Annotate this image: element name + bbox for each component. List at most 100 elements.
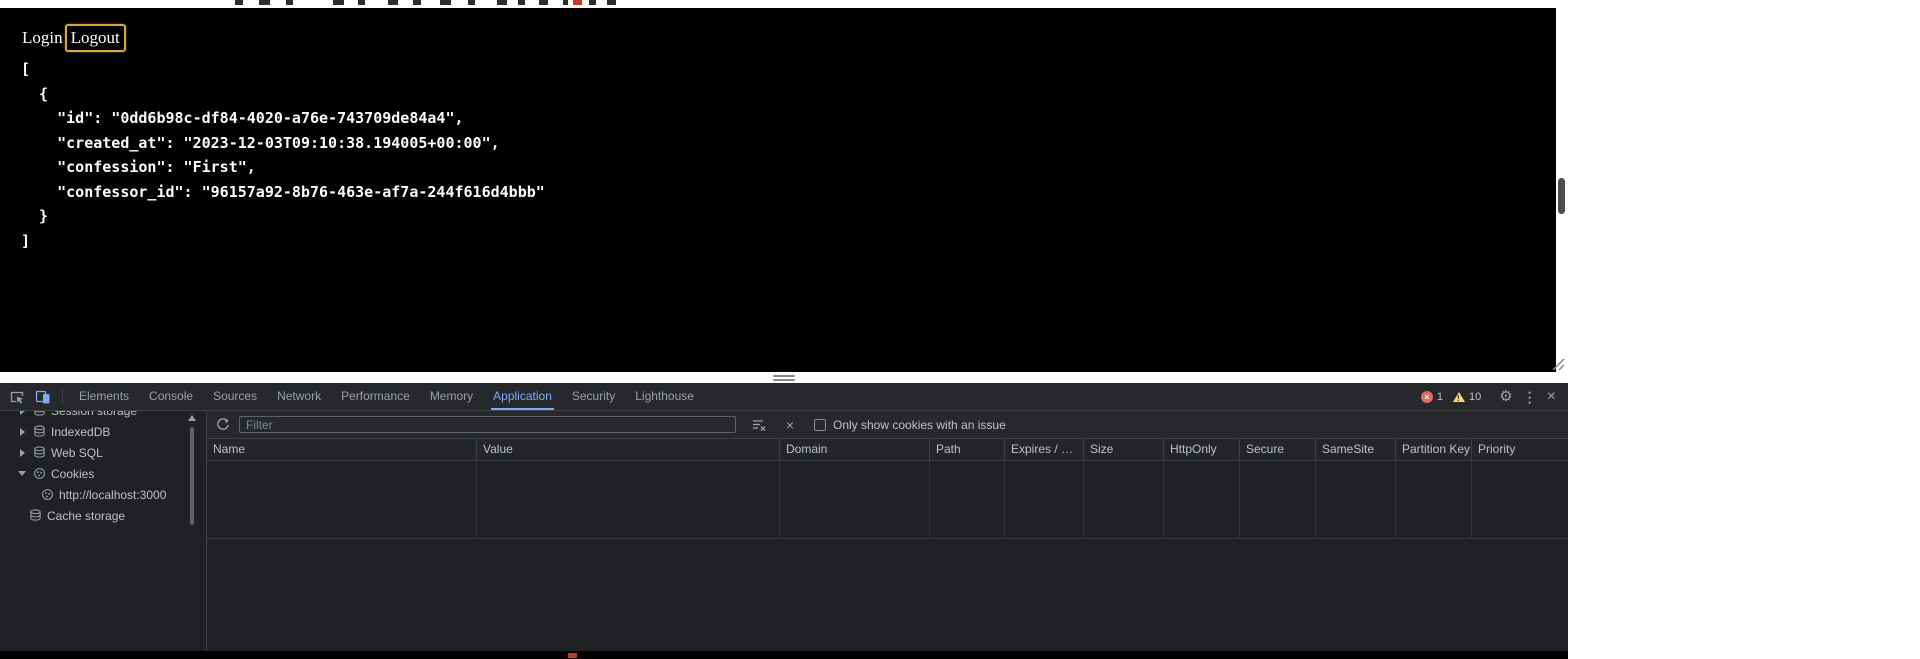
devtools-tabbar: Elements Console Sources Network Perform… <box>0 383 1568 411</box>
column-header-httponly[interactable]: HttpOnly <box>1164 439 1240 460</box>
page-viewport: Login Logout [ { "id": "0dd6b98c-df84-40… <box>0 8 1556 372</box>
sidebar-scrollbar[interactable] <box>187 413 198 645</box>
cookies-table-header: Name Value Domain Path Expires / … Size … <box>207 439 1568 461</box>
tab-console[interactable]: Console <box>139 383 203 410</box>
strip-mark <box>589 0 596 5</box>
tab-lighthouse[interactable]: Lighthouse <box>625 383 704 410</box>
strip-mark <box>235 0 243 5</box>
cookies-table-body-empty <box>207 461 1568 539</box>
strip-mark <box>563 0 568 5</box>
sidebar-item-web-sql[interactable]: Web SQL <box>0 442 206 463</box>
tab-security[interactable]: Security <box>562 383 625 410</box>
table-column-ghost <box>1005 461 1084 538</box>
table-column-ghost <box>1396 461 1472 538</box>
sidebar-item-label: IndexedDB <box>51 424 111 439</box>
sidebar-item-label: Cookies <box>51 466 95 481</box>
sidebar-item-cookies-localhost[interactable]: http://localhost:3000 <box>0 484 206 505</box>
cookies-toolbar: × Only show cookies with an issue <box>207 411 1568 439</box>
sidebar-item-indexeddb[interactable]: IndexedDB <box>0 421 206 442</box>
strip-mark <box>518 0 525 5</box>
inspect-element-icon[interactable] <box>8 388 26 406</box>
bottom-strip <box>0 651 1568 659</box>
clear-list-icon[interactable] <box>751 417 767 433</box>
cookie-value-preview-empty <box>207 539 1568 651</box>
table-column-ghost <box>1084 461 1164 538</box>
column-header-name[interactable]: Name <box>207 439 477 460</box>
top-strip <box>0 0 1920 8</box>
login-button[interactable]: Login <box>21 26 64 50</box>
tab-application[interactable]: Application <box>483 383 562 410</box>
column-header-path[interactable]: Path <box>930 439 1005 460</box>
sidebar-item-session-storage[interactable]: Session storage <box>0 411 206 421</box>
clear-filter-icon[interactable]: × <box>782 417 798 433</box>
tabbar-right-controls: × 1 ! 10 ⚙ ⋮ × <box>1420 388 1568 404</box>
device-toolbar-icon[interactable] <box>34 388 52 406</box>
error-count: 1 <box>1436 390 1443 403</box>
gear-icon[interactable]: ⚙ <box>1499 389 1512 404</box>
strip-mark <box>259 0 270 5</box>
only-issue-label[interactable]: Only show cookies with an issue <box>833 418 1006 432</box>
column-header-secure[interactable]: Secure <box>1240 439 1316 460</box>
splitter-handle-icon <box>773 375 795 377</box>
sidebar-item-cookies[interactable]: Cookies <box>0 463 206 484</box>
tab-elements[interactable]: Elements <box>69 383 139 410</box>
chevron-right-icon[interactable] <box>16 448 28 457</box>
toolbar-separator <box>62 388 63 405</box>
strip-mark <box>440 0 451 5</box>
warning-status[interactable]: ! 10 <box>1452 390 1482 403</box>
strip-mark <box>333 0 344 5</box>
strip-mark <box>286 0 293 5</box>
strip-mark <box>388 0 398 5</box>
tab-sources[interactable]: Sources <box>203 383 267 410</box>
tab-memory[interactable]: Memory <box>420 383 483 410</box>
auth-buttons-row: Login Logout <box>21 24 126 52</box>
strip-mark <box>358 0 365 5</box>
chevron-right-icon <box>16 411 28 415</box>
sidebar-item-label: Web SQL <box>51 445 103 460</box>
error-status[interactable]: × 1 <box>1420 390 1443 403</box>
storage-icon <box>32 411 47 418</box>
table-column-ghost <box>477 461 780 538</box>
close-devtools-icon[interactable]: × <box>1547 388 1556 404</box>
column-header-expires[interactable]: Expires / … <box>1005 439 1084 460</box>
table-column-ghost <box>780 461 930 538</box>
application-sidebar: Session storage IndexedDB Web SQL <box>0 411 207 651</box>
devtools-splitter[interactable] <box>0 372 1568 383</box>
cookies-panel: × Only show cookies with an issue Name V… <box>207 411 1568 651</box>
strip-mark <box>413 0 421 5</box>
kebab-menu-icon[interactable]: ⋮ <box>1523 390 1537 404</box>
json-response-body: [ { "id": "0dd6b98c-df84-4020-a76e-74370… <box>21 60 545 250</box>
database-icon <box>32 446 47 460</box>
screen: Login Logout [ { "id": "0dd6b98c-df84-40… <box>0 0 1920 659</box>
tab-network[interactable]: Network <box>267 383 331 410</box>
page-scrollbar-thumb[interactable] <box>1558 178 1565 214</box>
chevron-down-icon[interactable] <box>16 471 28 476</box>
filter-input[interactable] <box>239 416 736 433</box>
database-icon <box>32 425 47 439</box>
error-icon: × <box>1420 390 1433 403</box>
sidebar-item-label: Session storage <box>51 411 137 418</box>
column-header-size[interactable]: Size <box>1084 439 1164 460</box>
only-issue-checkbox[interactable] <box>814 418 826 431</box>
sidebar-item-cache-storage[interactable]: Cache storage <box>0 505 206 526</box>
refresh-icon[interactable] <box>215 417 231 433</box>
column-header-value[interactable]: Value <box>477 439 780 460</box>
devtools-panel: Elements Console Sources Network Perform… <box>0 383 1568 651</box>
sidebar-scrollbar-thumb[interactable] <box>190 427 194 525</box>
warning-count: 10 <box>1468 390 1482 403</box>
strip-mark <box>497 0 507 5</box>
column-header-samesite[interactable]: SameSite <box>1316 439 1396 460</box>
strip-mark-red <box>573 0 582 5</box>
column-header-priority[interactable]: Priority <box>1472 439 1568 460</box>
strip-mark <box>539 0 548 5</box>
column-header-partition-key[interactable]: Partition Key <box>1396 439 1472 460</box>
table-column-ghost <box>930 461 1005 538</box>
logout-button[interactable]: Logout <box>64 24 126 52</box>
strip-mark <box>607 0 616 5</box>
column-header-domain[interactable]: Domain <box>780 439 930 460</box>
chevron-right-icon[interactable] <box>16 427 28 436</box>
table-column-ghost <box>1316 461 1396 538</box>
tab-performance[interactable]: Performance <box>331 383 420 410</box>
page-scrollbar[interactable] <box>1556 8 1568 372</box>
scroll-up-arrow-icon[interactable] <box>188 415 196 421</box>
